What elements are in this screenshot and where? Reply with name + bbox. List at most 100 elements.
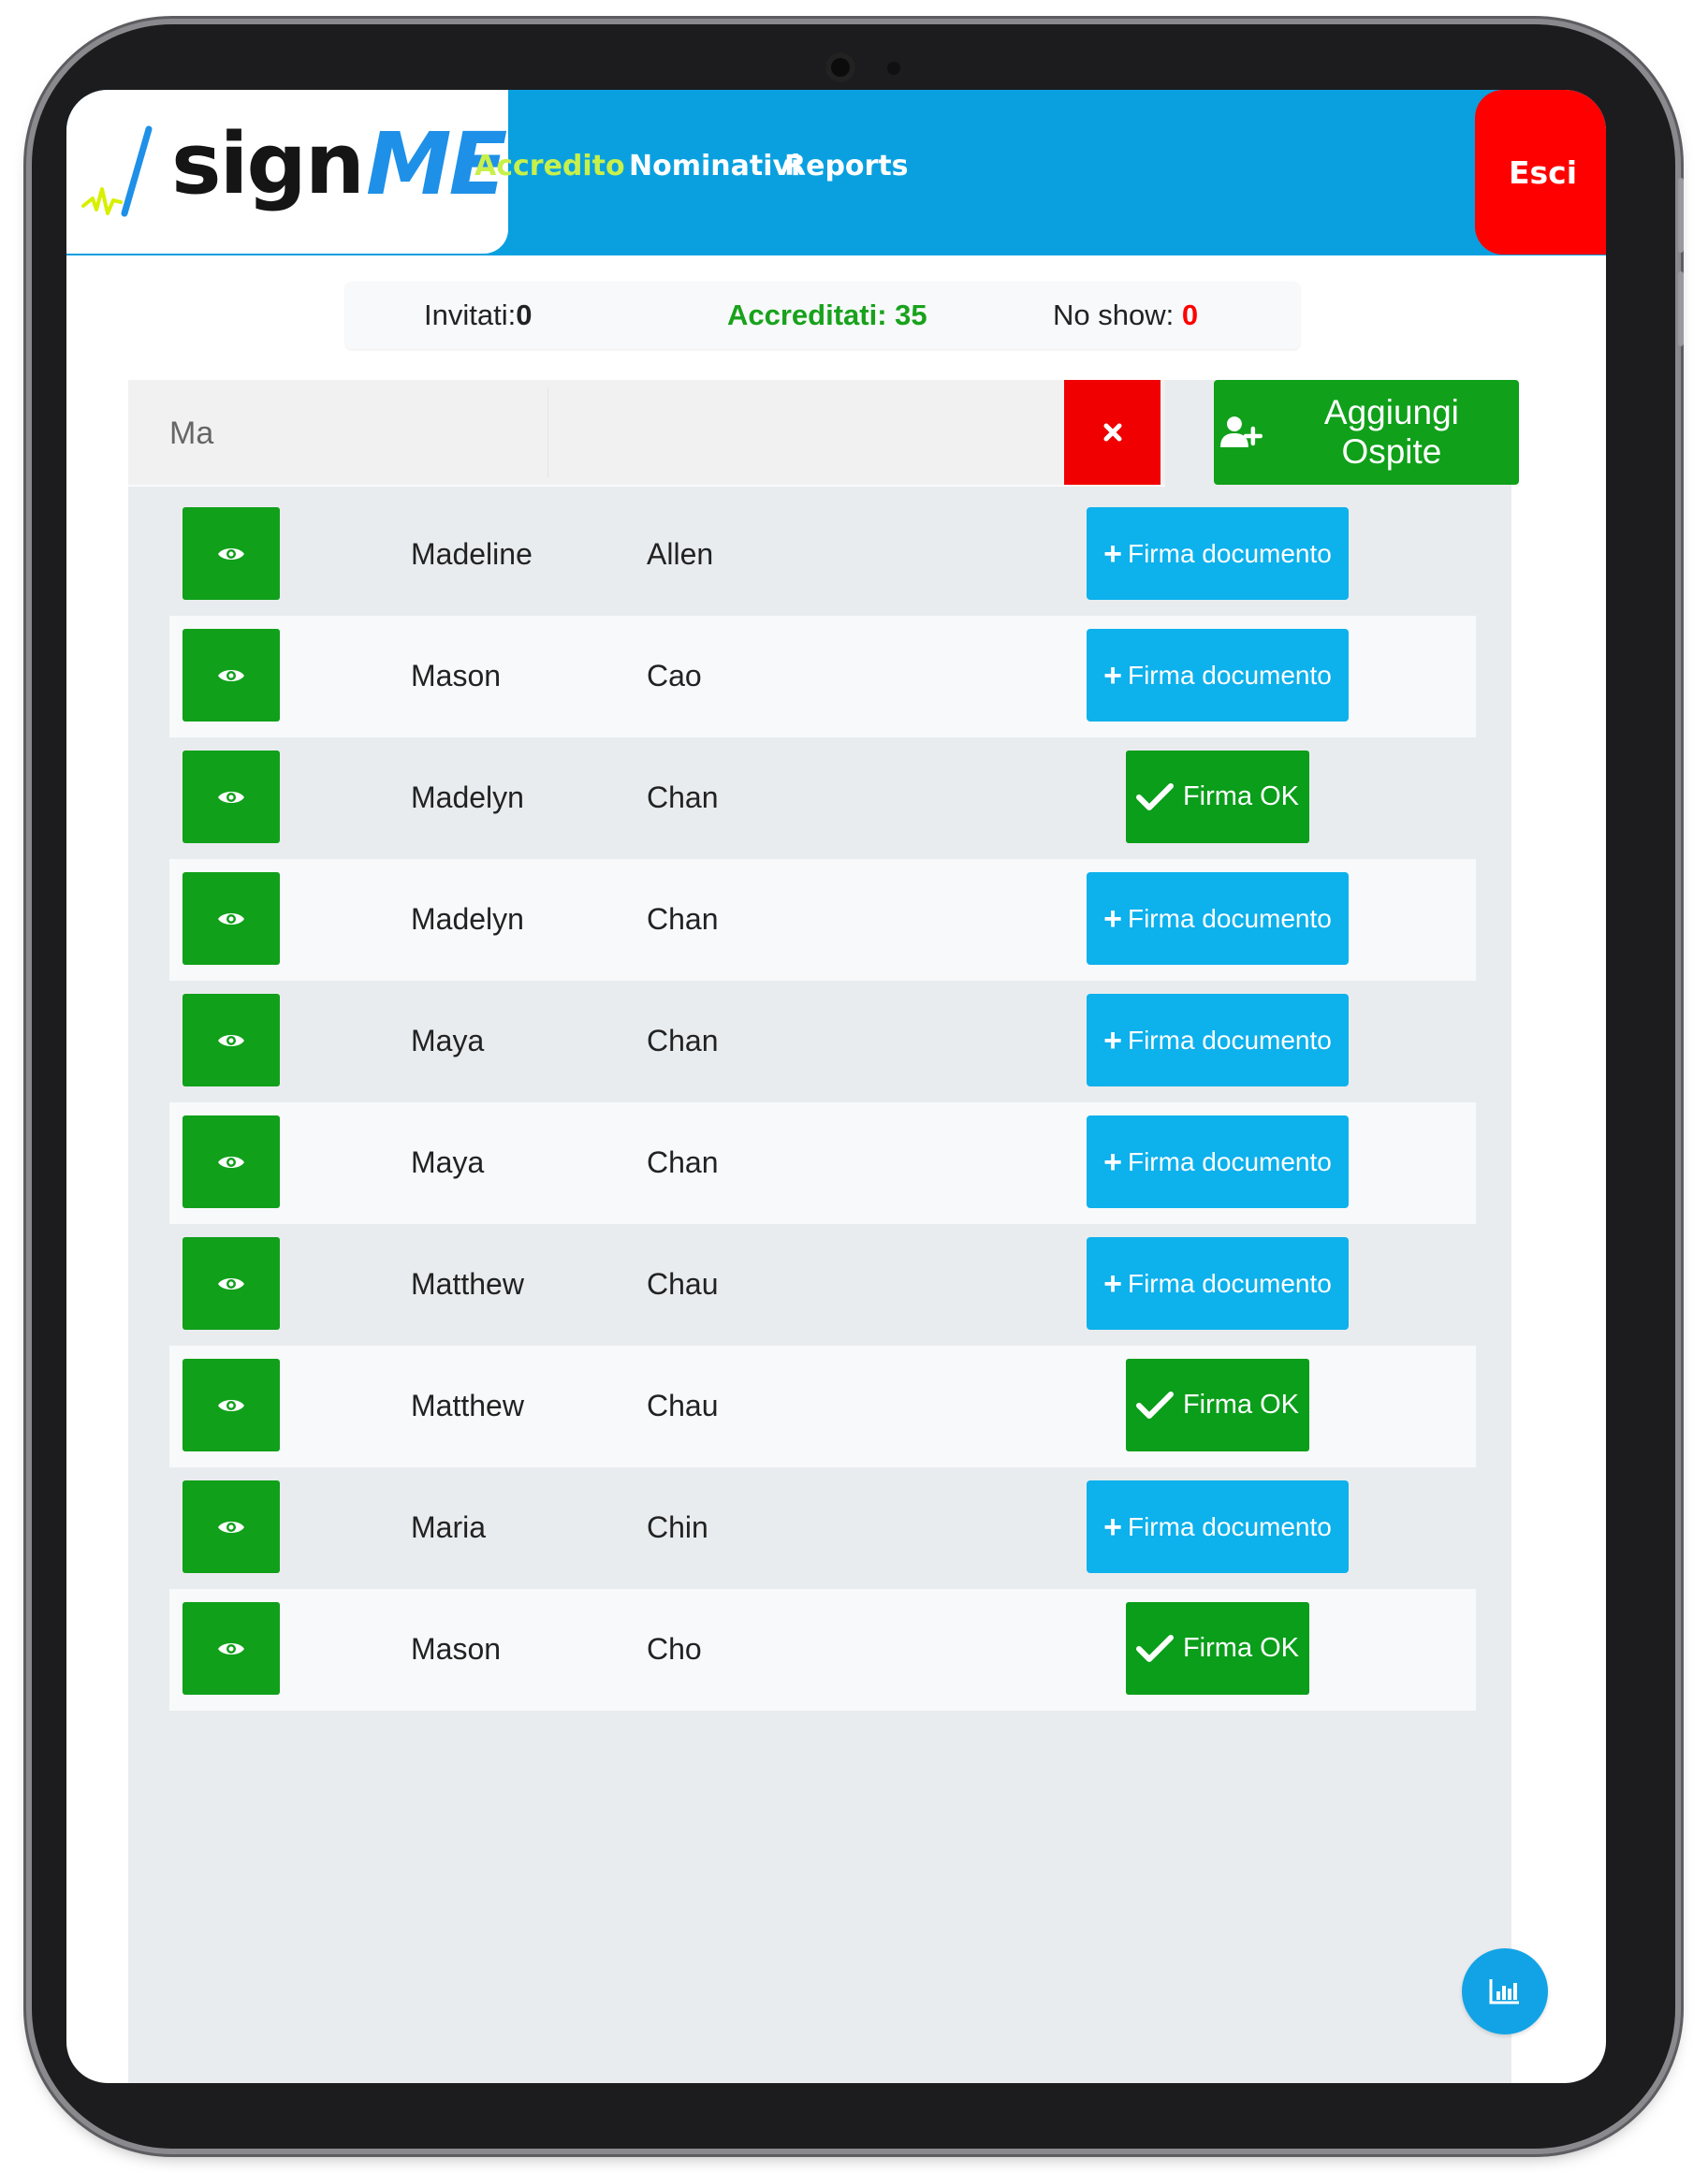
guest-first-name: Madelyn (411, 902, 524, 936)
view-guest-button[interactable] (182, 629, 280, 722)
eye-icon (218, 912, 244, 925)
guest-last-name: Chau (647, 1267, 719, 1301)
search-input[interactable] (168, 406, 527, 460)
action-button-label: Firma documento (1127, 1511, 1332, 1541)
stat-noshow-label: No show: (1053, 299, 1182, 331)
guest-first-name: Mason (411, 659, 502, 692)
add-guest-label: Aggiungi Ospite (1323, 393, 1459, 471)
guest-last-name: Allen (647, 537, 714, 571)
view-guest-button[interactable] (182, 1237, 280, 1330)
nav-reports[interactable]: Reports (784, 148, 909, 185)
signature-ok-button[interactable]: Firma OK (1126, 1602, 1309, 1695)
guest-first-name: Maria (411, 1510, 487, 1544)
volume-button (1678, 178, 1684, 253)
action-button-label: Firma OK (1182, 781, 1300, 811)
table-row: Madeline Allen + Firma documento (169, 494, 1476, 616)
sign-document-button[interactable]: + Firma documento (1087, 507, 1349, 600)
view-guest-button[interactable] (182, 751, 280, 843)
eye-icon (218, 1034, 244, 1046)
eye-icon (218, 1642, 244, 1655)
stats-fab-button[interactable] (1462, 1948, 1548, 2034)
eye-icon (218, 547, 244, 560)
nav-nominativi[interactable]: Nominativi (629, 148, 800, 185)
top-navbar: sign ME Accredito Nominativi Reports Esc… (66, 90, 1606, 255)
plus-icon: + (1103, 1022, 1122, 1058)
table-row: Mason Cho Firma OK (169, 1589, 1476, 1711)
table-row: Matthew Chau Firma OK (169, 1346, 1476, 1467)
add-guest-button[interactable]: Aggiungi Ospite (1214, 380, 1519, 485)
stat-invited: Invitati:0 (424, 297, 532, 334)
sign-document-button[interactable]: + Firma documento (1087, 1115, 1349, 1208)
stats-bar: Invitati:0 Accreditati: 35 No show: 0 (345, 282, 1300, 349)
sign-document-button[interactable]: + Firma documento (1087, 1237, 1349, 1330)
nav-accredito[interactable]: Accredito (474, 148, 625, 185)
eye-icon (218, 1399, 244, 1411)
sign-document-button[interactable]: + Firma documento (1087, 629, 1349, 722)
view-guest-button[interactable] (182, 1480, 280, 1573)
view-guest-button[interactable] (182, 872, 280, 965)
search-divider (547, 387, 548, 477)
clear-search-button[interactable] (1064, 380, 1161, 485)
view-guest-button[interactable] (182, 507, 280, 600)
eye-icon (218, 791, 244, 803)
guest-last-name: Cao (647, 659, 702, 692)
stat-noshow: No show: 0 (1053, 297, 1198, 334)
exit-button[interactable]: Esci (1475, 90, 1606, 255)
view-guest-button[interactable] (182, 1602, 280, 1695)
search-bar (128, 380, 1165, 487)
main-content: Aggiungi Ospite Madeline Allen +Firma do… (128, 380, 1519, 2083)
stat-invited-value: 0 (516, 299, 533, 331)
view-guest-button[interactable] (182, 994, 280, 1086)
view-guest-button[interactable] (182, 1115, 280, 1208)
camera-lens (825, 52, 855, 82)
table-row: Mason Cao + Firma documento (169, 616, 1476, 737)
eye-icon (218, 669, 244, 681)
action-button-label: Firma documento (1127, 660, 1332, 690)
camera-sensor (887, 62, 900, 75)
signature-ok-button[interactable]: Firma OK (1126, 751, 1309, 843)
plus-icon: + (1103, 1509, 1122, 1545)
action-button-label: Firma documento (1127, 1025, 1332, 1055)
user-plus-icon (1219, 416, 1263, 447)
table-row: Maya Chan + Firma documento (169, 1102, 1476, 1224)
check-icon (1135, 1391, 1174, 1419)
guest-first-name: Madeline (411, 537, 533, 571)
plus-icon: + (1103, 1265, 1122, 1302)
action-button-label: Firma documento (1127, 1146, 1332, 1176)
guest-last-name: Chan (647, 1145, 719, 1179)
guest-first-name: Mason (411, 1632, 502, 1666)
eye-icon (218, 1277, 244, 1290)
brand-logo[interactable]: sign ME (66, 90, 508, 254)
action-button-label: Firma documento (1127, 1268, 1332, 1298)
action-button-label: Firma documento (1127, 903, 1332, 933)
plus-icon: + (1103, 657, 1122, 693)
sign-document-button[interactable]: + Firma documento (1087, 1480, 1349, 1573)
eye-icon (218, 1156, 244, 1168)
eye-icon (218, 1521, 244, 1533)
stat-accredited: Accreditati: 35 (727, 297, 927, 334)
table-row: Madelyn Chan Firma OK (169, 737, 1476, 859)
table-row: Maria Chin + Firma documento (169, 1467, 1476, 1589)
close-icon (1103, 423, 1121, 442)
brand-name-sign: sign (171, 115, 365, 213)
stat-noshow-value: 0 (1181, 299, 1199, 331)
guest-last-name: Chin (647, 1510, 708, 1544)
action-button-label: Firma OK (1182, 1633, 1300, 1663)
guest-first-name: Matthew (411, 1267, 524, 1301)
guest-first-name: Matthew (411, 1389, 524, 1422)
table-row: Maya Chan + Firma documento (169, 981, 1476, 1102)
view-guest-button[interactable] (182, 1359, 280, 1451)
check-icon (1135, 1634, 1174, 1662)
sign-document-button[interactable]: + Firma documento (1087, 994, 1349, 1086)
signature-ok-button[interactable]: Firma OK (1126, 1359, 1309, 1451)
sign-document-button[interactable]: + Firma documento (1087, 872, 1349, 965)
guest-last-name: Chan (647, 1024, 719, 1057)
volume-button (1678, 271, 1684, 346)
app-screen: sign ME Accredito Nominativi Reports Esc… (66, 90, 1606, 2083)
bar-chart-icon (1489, 1979, 1519, 2004)
check-icon (1135, 782, 1174, 810)
action-button-label: Firma documento (1127, 538, 1332, 568)
plus-icon: + (1103, 1144, 1122, 1180)
guest-last-name: Chau (647, 1389, 719, 1422)
exit-button-label: Esci (1509, 153, 1578, 191)
